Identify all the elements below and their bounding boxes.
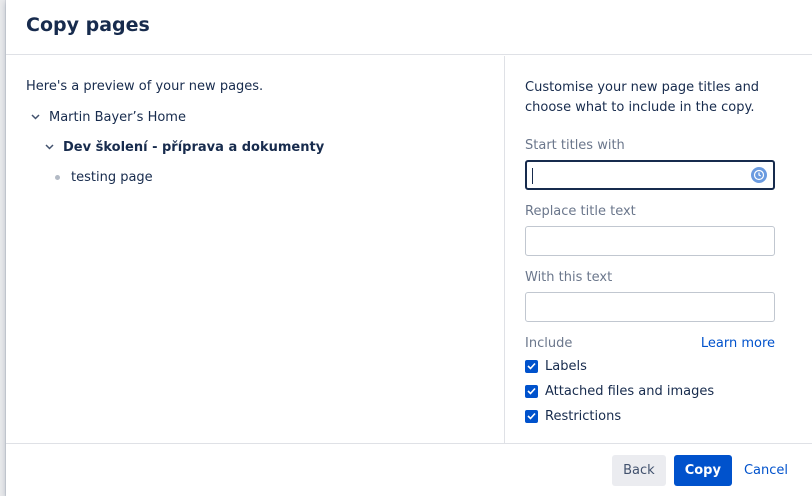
copy-pages-dialog: Copy pages Here's a preview of your new … xyxy=(6,0,812,496)
copy-button[interactable]: Copy xyxy=(673,454,732,486)
with-text-input[interactable] xyxy=(526,293,774,321)
checkbox-label: Labels xyxy=(545,358,587,374)
with-text-field[interactable] xyxy=(525,292,775,322)
tree-item-label: Martin Bayer’s Home xyxy=(49,109,186,125)
start-titles-field[interactable] xyxy=(525,160,775,190)
learn-more-link[interactable]: Learn more xyxy=(701,336,775,351)
checkbox-label: Attached files and images xyxy=(545,383,715,399)
tree-item-label: testing page xyxy=(71,169,153,185)
include-row: Include Learn more xyxy=(525,336,775,351)
include-label: Include xyxy=(525,336,573,351)
checkbox-label: Restrictions xyxy=(545,408,622,424)
labels-checkbox-row[interactable]: Labels xyxy=(525,357,812,375)
replace-title-input[interactable] xyxy=(526,227,774,255)
back-button[interactable]: Back xyxy=(612,454,666,486)
instructions-text: Customise your new page titles and choos… xyxy=(525,80,760,115)
dialog-body: Here's a preview of your new pages. Mart… xyxy=(6,56,812,443)
dialog-title: Copy pages xyxy=(26,14,150,36)
replace-title-field[interactable] xyxy=(525,226,775,256)
tree-item-label: Dev školení - příprava a dokumenty xyxy=(63,139,325,155)
text-caret xyxy=(532,168,533,184)
dialog-header: Copy pages xyxy=(6,0,812,55)
attachments-checkbox-row[interactable]: Attached files and images xyxy=(525,382,812,400)
options-pane: Customise your new page titles and choos… xyxy=(505,56,812,443)
attachments-checkbox[interactable] xyxy=(525,384,538,398)
replace-title-label: Replace title text xyxy=(525,204,636,219)
preview-pane: Here's a preview of your new pages. Mart… xyxy=(6,56,505,443)
cancel-button[interactable]: Cancel xyxy=(740,455,792,486)
tree-item-home[interactable]: Martin Bayer’s Home xyxy=(26,108,504,126)
chevron-down-icon[interactable] xyxy=(42,142,56,153)
dialog-footer: Back Copy Cancel xyxy=(6,443,812,496)
tree-item-dev-skoleni[interactable]: Dev školení - příprava a dokumenty xyxy=(26,138,504,156)
with-text-label: With this text xyxy=(525,270,613,285)
labels-checkbox[interactable] xyxy=(525,359,538,373)
bullet-icon xyxy=(55,174,60,180)
tree-item-testing-page[interactable]: testing page xyxy=(26,168,504,186)
start-titles-input[interactable] xyxy=(527,162,773,188)
preview-intro: Here's a preview of your new pages. xyxy=(26,79,264,94)
restrictions-checkbox-row[interactable]: Restrictions xyxy=(525,407,812,425)
clock-icon[interactable] xyxy=(751,167,767,183)
restrictions-checkbox[interactable] xyxy=(525,409,538,423)
chevron-down-icon[interactable] xyxy=(28,112,42,123)
start-titles-label: Start titles with xyxy=(525,138,625,153)
